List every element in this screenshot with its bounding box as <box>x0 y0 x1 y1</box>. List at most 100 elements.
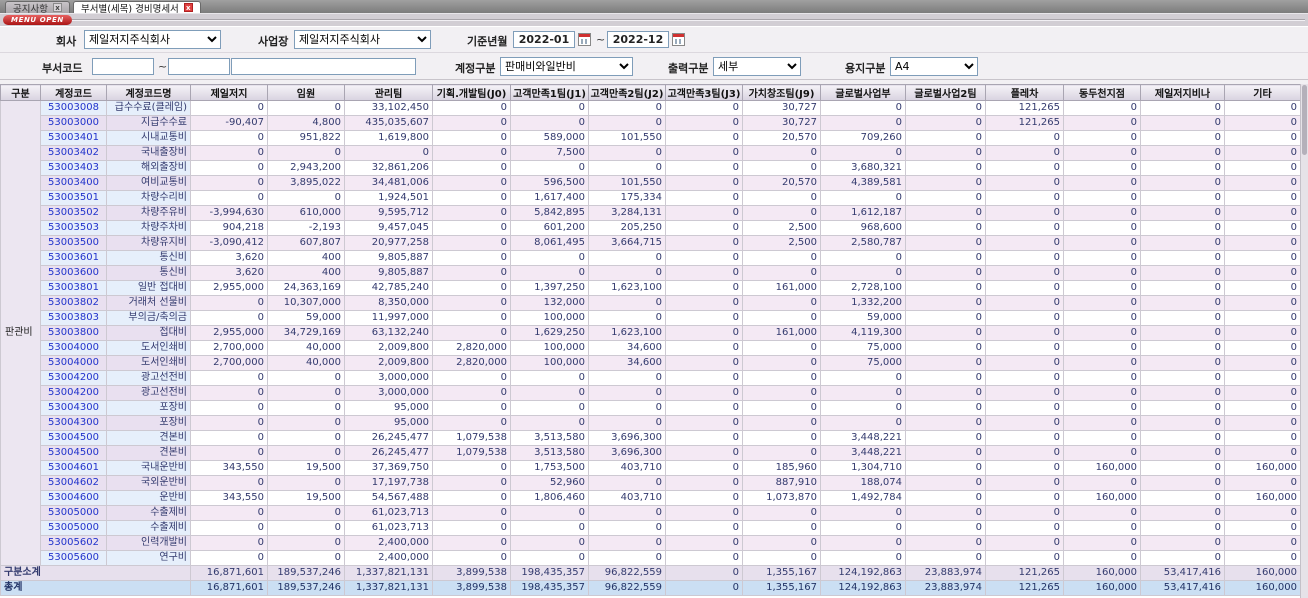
account-code-cell[interactable]: 53003503 <box>40 220 107 236</box>
amount-cell[interactable]: 0 <box>588 520 666 536</box>
amount-cell[interactable]: 0 <box>1063 520 1141 536</box>
account-name-cell[interactable]: 운반비 <box>106 490 191 506</box>
table-row[interactable]: 53004500 견본비 0 0 26,245,477 1,079,538 3,513,58… <box>1 430 1300 446</box>
amount-cell[interactable]: 0 <box>1224 190 1300 206</box>
amount-cell[interactable]: 53,417,416 <box>1140 565 1225 581</box>
amount-cell[interactable]: 9,595,712 <box>344 205 433 221</box>
amount-cell[interactable]: 11,997,000 <box>344 310 433 326</box>
amount-cell[interactable]: 0 <box>742 340 821 356</box>
amount-cell[interactable]: 0 <box>742 415 821 431</box>
amount-cell[interactable]: 9,805,887 <box>344 265 433 281</box>
amount-cell[interactable]: 0 <box>1063 310 1141 326</box>
amount-cell[interactable]: 0 <box>588 385 666 401</box>
table-row[interactable]: 53004000 도서인쇄비 2,700,000 40,000 2,009,800 2,8… <box>1 340 1300 356</box>
amount-cell[interactable]: 0 <box>1140 370 1225 386</box>
amount-cell[interactable]: 0 <box>985 445 1064 461</box>
amount-cell[interactable]: 185,960 <box>742 460 821 476</box>
amount-cell[interactable]: 0 <box>588 295 666 311</box>
amount-cell[interactable]: 0 <box>820 520 906 536</box>
account-name-cell[interactable]: 국내운반비 <box>106 460 191 476</box>
amount-cell[interactable]: 0 <box>905 160 986 176</box>
amount-cell[interactable]: 0 <box>1063 535 1141 551</box>
amount-cell[interactable]: 0 <box>1140 445 1225 461</box>
amount-cell[interactable]: 0 <box>1224 370 1300 386</box>
amount-cell[interactable]: 16,871,601 <box>190 580 268 596</box>
amount-cell[interactable]: 2,700,000 <box>190 340 268 356</box>
column-header[interactable]: 고객만족3팀(J3) <box>665 84 743 101</box>
amount-cell[interactable]: 124,192,863 <box>820 565 906 581</box>
amount-cell[interactable]: 0 <box>432 310 511 326</box>
amount-cell[interactable]: 0 <box>1140 505 1225 521</box>
amount-cell[interactable]: 3,000,000 <box>344 385 433 401</box>
amount-cell[interactable]: 10,307,000 <box>267 295 345 311</box>
account-code-cell[interactable]: 53005602 <box>40 535 107 551</box>
amount-cell[interactable]: 3,664,715 <box>588 235 666 251</box>
amount-cell[interactable]: 0 <box>1140 220 1225 236</box>
amount-cell[interactable]: 0 <box>665 295 743 311</box>
amount-cell[interactable]: 0 <box>1063 445 1141 461</box>
amount-cell[interactable]: 2,700,000 <box>190 355 268 371</box>
account-name-cell[interactable]: 차량주유비 <box>106 205 191 221</box>
amount-cell[interactable]: 0 <box>985 235 1064 251</box>
amount-cell[interactable]: 0 <box>1224 145 1300 161</box>
amount-cell[interactable]: 0 <box>267 400 345 416</box>
amount-cell[interactable]: 0 <box>1224 415 1300 431</box>
account-code-cell[interactable]: 53004000 <box>40 340 107 356</box>
amount-cell[interactable]: 0 <box>1063 145 1141 161</box>
amount-cell[interactable]: 189,537,246 <box>267 580 345 596</box>
amount-cell[interactable]: 0 <box>588 115 666 131</box>
amount-cell[interactable]: 75,000 <box>820 340 906 356</box>
amount-cell[interactable]: 0 <box>510 265 589 281</box>
amount-cell[interactable]: 400 <box>267 250 345 266</box>
amount-cell[interactable]: 1,924,501 <box>344 190 433 206</box>
calendar-icon[interactable] <box>672 33 685 46</box>
amount-cell[interactable]: 0 <box>1140 340 1225 356</box>
tab-notice[interactable]: 공지사항 x <box>5 1 70 15</box>
amount-cell[interactable]: 0 <box>588 415 666 431</box>
amount-cell[interactable]: 0 <box>1224 175 1300 191</box>
amount-cell[interactable]: 0 <box>1063 415 1141 431</box>
amount-cell[interactable]: 0 <box>1140 115 1225 131</box>
account-name-cell[interactable]: 거래처 선물비 <box>106 295 191 311</box>
table-row[interactable]: 53004300 포장비 0 0 95,000 0 0 0 0 0 0 0 0 0 0 0 <box>1 415 1300 431</box>
amount-cell[interactable]: 0 <box>820 415 906 431</box>
amount-cell[interactable]: 160,000 <box>1224 460 1300 476</box>
amount-cell[interactable]: 0 <box>1063 385 1141 401</box>
amount-cell[interactable]: 0 <box>742 535 821 551</box>
amount-cell[interactable]: 0 <box>905 460 986 476</box>
amount-cell[interactable]: 1,629,250 <box>510 325 589 341</box>
amount-cell[interactable]: 0 <box>432 475 511 491</box>
amount-cell[interactable]: 0 <box>905 535 986 551</box>
amount-cell[interactable]: 0 <box>267 370 345 386</box>
amount-cell[interactable]: 0 <box>985 310 1064 326</box>
account-code-cell[interactable]: 53003802 <box>40 295 107 311</box>
amount-cell[interactable]: 0 <box>985 190 1064 206</box>
account-name-cell[interactable]: 부의금/축의금 <box>106 310 191 326</box>
account-code-cell[interactable]: 53005600 <box>40 550 107 566</box>
amount-cell[interactable]: 0 <box>432 295 511 311</box>
amount-cell[interactable]: 0 <box>985 295 1064 311</box>
account-name-cell[interactable]: 도서인쇄비 <box>106 340 191 356</box>
account-code-cell[interactable]: 53004600 <box>40 490 107 506</box>
amount-cell[interactable]: 0 <box>665 460 743 476</box>
amount-cell[interactable]: 0 <box>665 550 743 566</box>
amount-cell[interactable]: 34,600 <box>588 340 666 356</box>
amount-cell[interactable]: 0 <box>1224 550 1300 566</box>
amount-cell[interactable]: 0 <box>1224 265 1300 281</box>
amount-cell[interactable]: 0 <box>985 325 1064 341</box>
amount-cell[interactable]: 59,000 <box>820 310 906 326</box>
amount-cell[interactable]: 0 <box>665 310 743 326</box>
amount-cell[interactable]: 0 <box>665 385 743 401</box>
amount-cell[interactable]: 0 <box>1063 160 1141 176</box>
amount-cell[interactable]: 160,000 <box>1063 580 1141 596</box>
amount-cell[interactable]: 3,284,131 <box>588 205 666 221</box>
amount-cell[interactable]: 0 <box>905 505 986 521</box>
amount-cell[interactable]: 0 <box>742 445 821 461</box>
amount-cell[interactable]: 0 <box>190 160 268 176</box>
column-header[interactable]: 고객만족2팀(J2) <box>588 84 666 101</box>
amount-cell[interactable]: 0 <box>1063 475 1141 491</box>
period-from-input[interactable] <box>513 31 575 48</box>
amount-cell[interactable]: 0 <box>985 265 1064 281</box>
account-name-cell[interactable]: 접대비 <box>106 325 191 341</box>
amount-cell[interactable]: 0 <box>588 400 666 416</box>
